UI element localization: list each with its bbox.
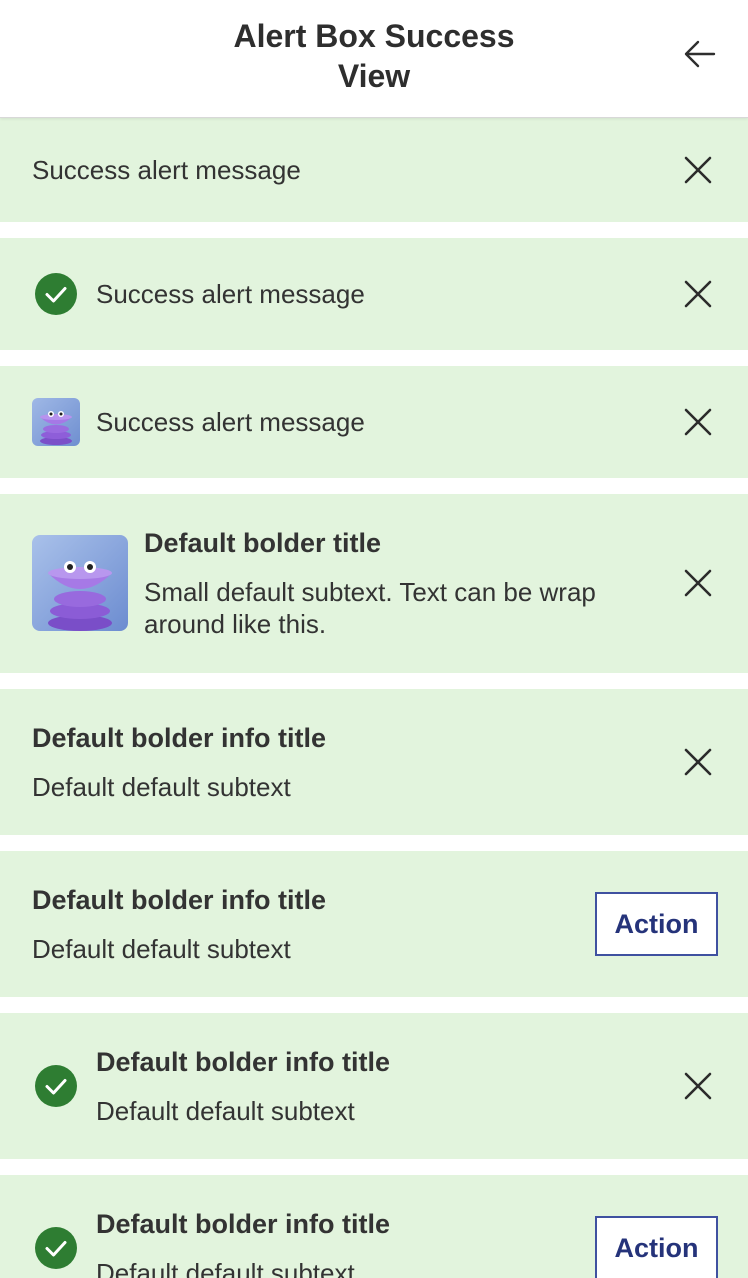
app-header: Alert Box Success View xyxy=(0,0,748,118)
alert-title: Default bolder info title xyxy=(96,1047,390,1077)
avatar xyxy=(32,535,128,631)
alert-message: Success alert message xyxy=(32,155,301,185)
alert-message: Success alert message xyxy=(96,279,365,309)
alert-with-check: Success alert message xyxy=(0,238,748,350)
alert-with-large-avatar: Default bolder title Small default subte… xyxy=(0,494,748,673)
check-circle-icon xyxy=(35,1227,77,1269)
alert-message: Success alert message xyxy=(96,407,365,437)
avatar xyxy=(32,398,80,446)
check-circle-icon xyxy=(35,273,77,315)
alert-check-title-subtext: Default bolder info title Default defaul… xyxy=(0,1013,748,1159)
close-icon[interactable] xyxy=(680,276,716,312)
alert-with-avatar: Success alert message xyxy=(0,366,748,478)
alert-subtext: Default default subtext xyxy=(96,1096,355,1126)
alert-title: Default bolder info title xyxy=(32,723,326,753)
page-title: Alert Box Success View xyxy=(233,18,515,94)
close-icon[interactable] xyxy=(680,152,716,188)
close-icon[interactable] xyxy=(680,744,716,780)
alert-title-subtext: Default bolder info title Default defaul… xyxy=(0,689,748,835)
back-arrow-icon[interactable] xyxy=(680,34,720,74)
alert-plain: Success alert message xyxy=(0,118,748,222)
alert-subtext: Default default subtext xyxy=(32,934,291,964)
alert-title: Default bolder info title xyxy=(32,885,326,915)
action-button[interactable]: Action xyxy=(595,892,718,956)
alert-check-with-action: Default bolder info title Default defaul… xyxy=(0,1175,748,1278)
check-circle-icon xyxy=(35,1065,77,1107)
alert-subtext: Default default subtext xyxy=(32,772,291,802)
alert-title: Default bolder info title xyxy=(96,1209,390,1239)
alert-subtext: Small default subtext. Text can be wrap … xyxy=(144,577,596,639)
action-button[interactable]: Action xyxy=(595,1216,718,1278)
close-icon[interactable] xyxy=(680,1068,716,1104)
alert-with-action: Default bolder info title Default defaul… xyxy=(0,851,748,997)
alert-title: Default bolder title xyxy=(144,528,382,558)
close-icon[interactable] xyxy=(680,565,716,601)
alert-subtext: Default default subtext xyxy=(96,1258,355,1278)
close-icon[interactable] xyxy=(680,404,716,440)
